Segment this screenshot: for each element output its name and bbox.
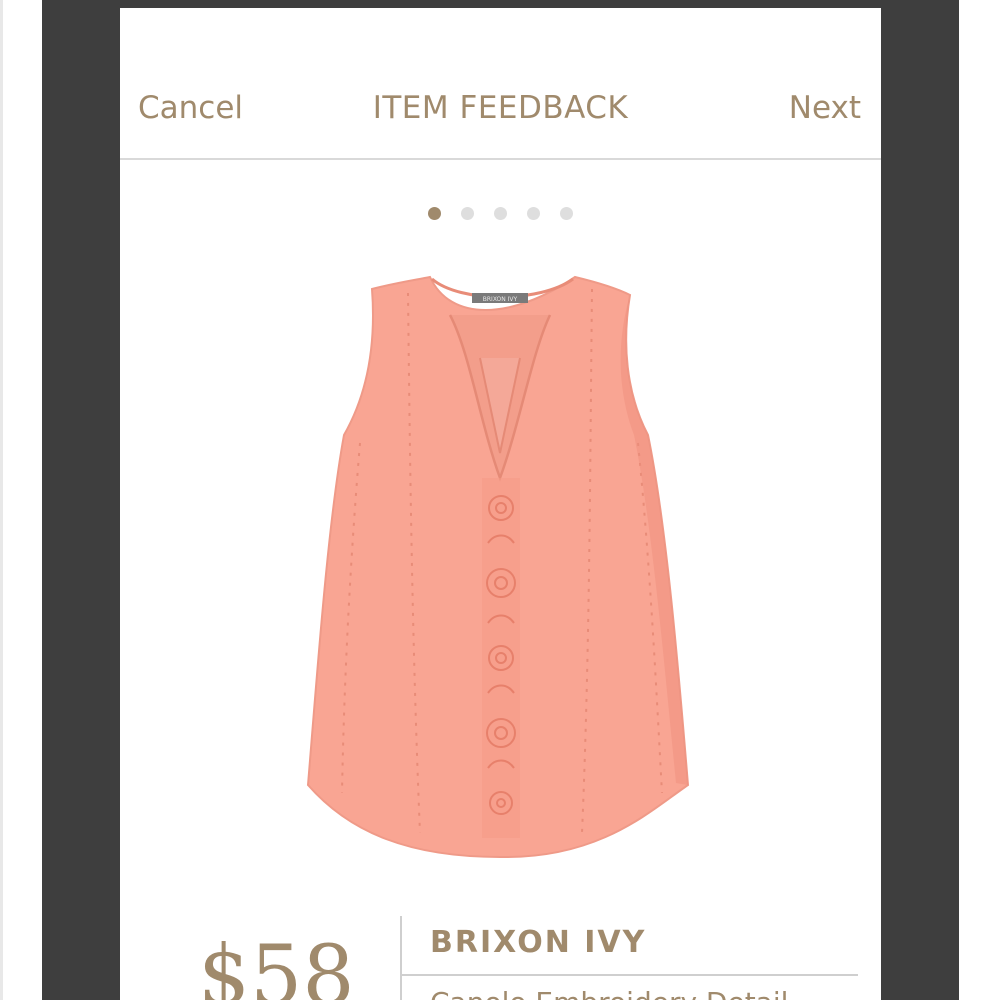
product-image[interactable]: BRIXON IVY: [300, 263, 700, 873]
app-screen: Cancel ITEM FEEDBACK Next BRIXON IVY $58…: [120, 8, 881, 1000]
device-frame-right: [881, 0, 959, 1000]
pagination-dot-1[interactable]: [428, 207, 441, 220]
next-button[interactable]: Next: [789, 90, 861, 126]
product-price: $58: [198, 929, 355, 1000]
product-brand: BRIXON IVY: [430, 925, 647, 960]
pagination-dot-5[interactable]: [560, 207, 573, 220]
device-frame-top: [42, 0, 959, 8]
embroidery-panel: [482, 478, 520, 838]
garment-label-text: BRIXON IVY: [483, 296, 518, 303]
product-name: Canolo Embroidery Detail: [430, 986, 788, 1000]
pagination-dot-2[interactable]: [461, 207, 474, 220]
nav-divider: [120, 158, 881, 160]
pagination-dot-3[interactable]: [494, 207, 507, 220]
background-edge: [0, 0, 3, 1000]
device-frame-left: [42, 0, 120, 1000]
price-divider: [400, 916, 402, 1000]
pagination-dots: [120, 207, 881, 220]
pagination-dot-4[interactable]: [527, 207, 540, 220]
cancel-button[interactable]: Cancel: [138, 90, 243, 126]
brand-divider: [400, 974, 858, 976]
nav-bar: Cancel ITEM FEEDBACK Next: [120, 8, 881, 160]
